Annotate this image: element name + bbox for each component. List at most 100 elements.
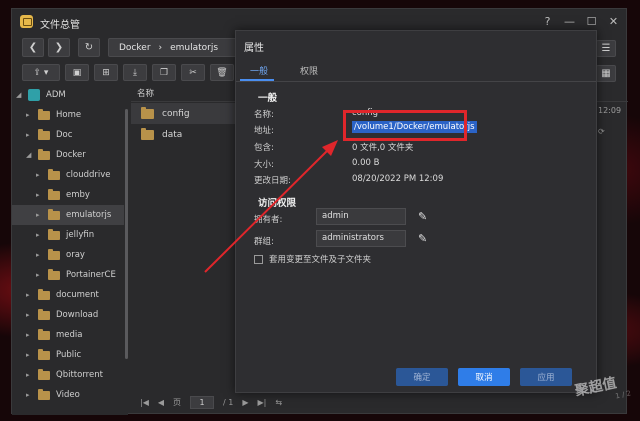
folder-icon bbox=[48, 188, 60, 200]
last-page-icon[interactable]: ▶| bbox=[258, 398, 267, 407]
copy-icon[interactable]: ❐ bbox=[152, 64, 176, 81]
prev-page-icon[interactable]: ◀ bbox=[158, 398, 164, 407]
maximize-icon[interactable]: ☐ bbox=[585, 15, 598, 28]
tree-item-document[interactable]: ▸ document bbox=[26, 285, 99, 305]
ok-button[interactable]: 确定 bbox=[396, 368, 448, 386]
cut-icon[interactable]: ✂ bbox=[181, 64, 205, 81]
tree-label: Public bbox=[56, 350, 82, 360]
forward-button[interactable]: ❯ bbox=[48, 38, 70, 57]
file-manager-app-icon bbox=[20, 15, 33, 28]
volume-icon bbox=[28, 89, 40, 101]
breadcrumb-item-docker[interactable]: Docker bbox=[119, 43, 151, 53]
folder-icon bbox=[38, 288, 50, 300]
collapsed-arrow-icon[interactable]: ▸ bbox=[26, 351, 32, 359]
sidebar-scrollbar[interactable] bbox=[125, 109, 128, 359]
collapsed-arrow-icon[interactable]: ▸ bbox=[36, 191, 42, 199]
tree-item-portainerce[interactable]: ▸ PortainerCE bbox=[36, 265, 116, 285]
page-input[interactable]: 1 bbox=[190, 395, 215, 409]
collapsed-arrow-icon[interactable]: ▸ bbox=[36, 231, 42, 239]
collapsed-arrow-icon[interactable]: ▸ bbox=[26, 311, 32, 319]
collapsed-arrow-icon[interactable]: ▸ bbox=[36, 251, 42, 259]
owner-field[interactable]: admin bbox=[316, 208, 406, 225]
help-icon[interactable]: ? bbox=[541, 15, 554, 28]
tree-item-emulatorjs[interactable]: ▸ emulatorjs bbox=[12, 205, 124, 225]
next-page-icon[interactable]: ▶ bbox=[242, 398, 248, 407]
refresh-page-icon[interactable]: ⇆ bbox=[275, 398, 282, 407]
edit-owner-icon[interactable]: ✎ bbox=[418, 211, 429, 222]
folder-icon bbox=[38, 128, 50, 140]
collapsed-arrow-icon[interactable]: ▸ bbox=[26, 131, 32, 139]
field-value-contains: 0 文件,0 文件夹 bbox=[352, 143, 414, 153]
tree-label: Doc bbox=[56, 130, 73, 140]
collapsed-arrow-icon[interactable]: ▸ bbox=[26, 391, 32, 399]
folder-icon bbox=[38, 388, 50, 400]
refresh-button[interactable]: ↻ bbox=[78, 38, 100, 57]
breadcrumb: Docker › emulatorjs bbox=[108, 38, 248, 57]
download-icon[interactable]: ⤓ bbox=[123, 64, 147, 81]
tree-label: media bbox=[56, 330, 83, 340]
tree-root-adm[interactable]: ◢ ADM bbox=[16, 85, 66, 105]
annotation-highlight-box bbox=[343, 110, 467, 141]
tree-item-clouddrive[interactable]: ▸ clouddrive bbox=[36, 165, 111, 185]
tree-item-emby[interactable]: ▸ emby bbox=[36, 185, 90, 205]
add-folder-icon[interactable]: ⊞ bbox=[94, 64, 118, 81]
first-page-icon[interactable]: |◀ bbox=[140, 398, 149, 407]
tree-item-download[interactable]: ▸ Download bbox=[26, 305, 98, 325]
expand-arrow-icon[interactable]: ◢ bbox=[26, 151, 32, 159]
cancel-button[interactable]: 取消 bbox=[458, 368, 510, 386]
tree-item-jellyfin[interactable]: ▸ jellyfin bbox=[36, 225, 94, 245]
list-view-icon[interactable]: ☰ bbox=[596, 40, 616, 57]
file-name: config bbox=[162, 108, 190, 119]
folder-tree: ◢ ADM ▸ Home ▸ Doc ◢ Docker ▸ clouddrive… bbox=[12, 85, 128, 415]
delete-icon[interactable]: 🗑 bbox=[210, 64, 234, 81]
minimize-icon[interactable]: — bbox=[563, 15, 576, 28]
collapsed-arrow-icon[interactable]: ▸ bbox=[36, 211, 42, 219]
breadcrumb-item-emulatorjs[interactable]: emulatorjs bbox=[170, 43, 218, 53]
collapsed-arrow-icon[interactable]: ▸ bbox=[26, 371, 32, 379]
tree-item-oray[interactable]: ▸ oray bbox=[36, 245, 85, 265]
window-title: 文件总管 bbox=[40, 20, 80, 31]
field-label-modified: 更改日期: bbox=[254, 176, 291, 186]
tree-label: oray bbox=[66, 250, 85, 260]
tab-general[interactable]: 一般 bbox=[250, 64, 268, 77]
field-label-contains: 包含: bbox=[254, 143, 274, 153]
list-item-config[interactable]: config bbox=[131, 103, 236, 124]
field-label-size: 大小: bbox=[254, 160, 274, 170]
tree-item-video[interactable]: ▸ Video bbox=[26, 385, 80, 405]
tree-label: jellyfin bbox=[66, 230, 95, 240]
refresh-list-icon[interactable]: ⟳ bbox=[598, 127, 605, 136]
pagination: |◀ ◀ 页 1 / 1 ▶ ▶| ⇆ bbox=[140, 394, 282, 410]
tree-item-home[interactable]: ▸ Home bbox=[26, 105, 81, 125]
tree-item-media[interactable]: ▸ media bbox=[26, 325, 82, 345]
collapsed-arrow-icon[interactable]: ▸ bbox=[26, 111, 32, 119]
expand-arrow-icon[interactable]: ◢ bbox=[16, 91, 22, 99]
apply-to-subfolders-option[interactable]: 套用变更至文件及子文件夹 bbox=[254, 253, 371, 265]
field-value-modified: 08/20/2022 PM 12:09 bbox=[352, 174, 444, 184]
dialog-buttons: 确定 取消 应用 bbox=[396, 368, 572, 386]
back-button[interactable]: ❮ bbox=[22, 38, 44, 57]
tab-permissions[interactable]: 权限 bbox=[300, 64, 318, 77]
tree-item-public[interactable]: ▸ Public bbox=[26, 345, 81, 365]
edit-group-icon[interactable]: ✎ bbox=[418, 233, 429, 244]
tree-item-qbittorrent[interactable]: ▸ Qbittorrent bbox=[26, 365, 103, 385]
tree-item-doc[interactable]: ▸ Doc bbox=[26, 125, 72, 145]
upload-button[interactable]: ⇪ ▾ bbox=[22, 64, 60, 81]
collapsed-arrow-icon[interactable]: ▸ bbox=[36, 171, 42, 179]
column-header-name[interactable]: 名称 bbox=[137, 87, 154, 99]
tree-item-docker[interactable]: ◢ Docker bbox=[26, 145, 86, 165]
group-field[interactable]: administrators bbox=[316, 230, 406, 247]
tree-label: Qbittorrent bbox=[56, 370, 103, 380]
apply-button[interactable]: 应用 bbox=[520, 368, 572, 386]
grid-view-icon[interactable]: ▦ bbox=[596, 65, 616, 82]
folder-icon bbox=[48, 248, 60, 260]
list-item-data[interactable]: data bbox=[131, 124, 236, 145]
new-folder-icon[interactable]: ▣ bbox=[65, 64, 89, 81]
collapsed-arrow-icon[interactable]: ▸ bbox=[26, 291, 32, 299]
collapsed-arrow-icon[interactable]: ▸ bbox=[26, 331, 32, 339]
apply-subfolders-checkbox[interactable] bbox=[254, 254, 263, 264]
section-title-general: 一般 bbox=[258, 93, 278, 104]
tree-label: emulatorjs bbox=[66, 210, 112, 220]
collapsed-arrow-icon[interactable]: ▸ bbox=[36, 271, 42, 279]
file-name: data bbox=[162, 129, 183, 140]
close-icon[interactable]: ✕ bbox=[607, 15, 620, 28]
